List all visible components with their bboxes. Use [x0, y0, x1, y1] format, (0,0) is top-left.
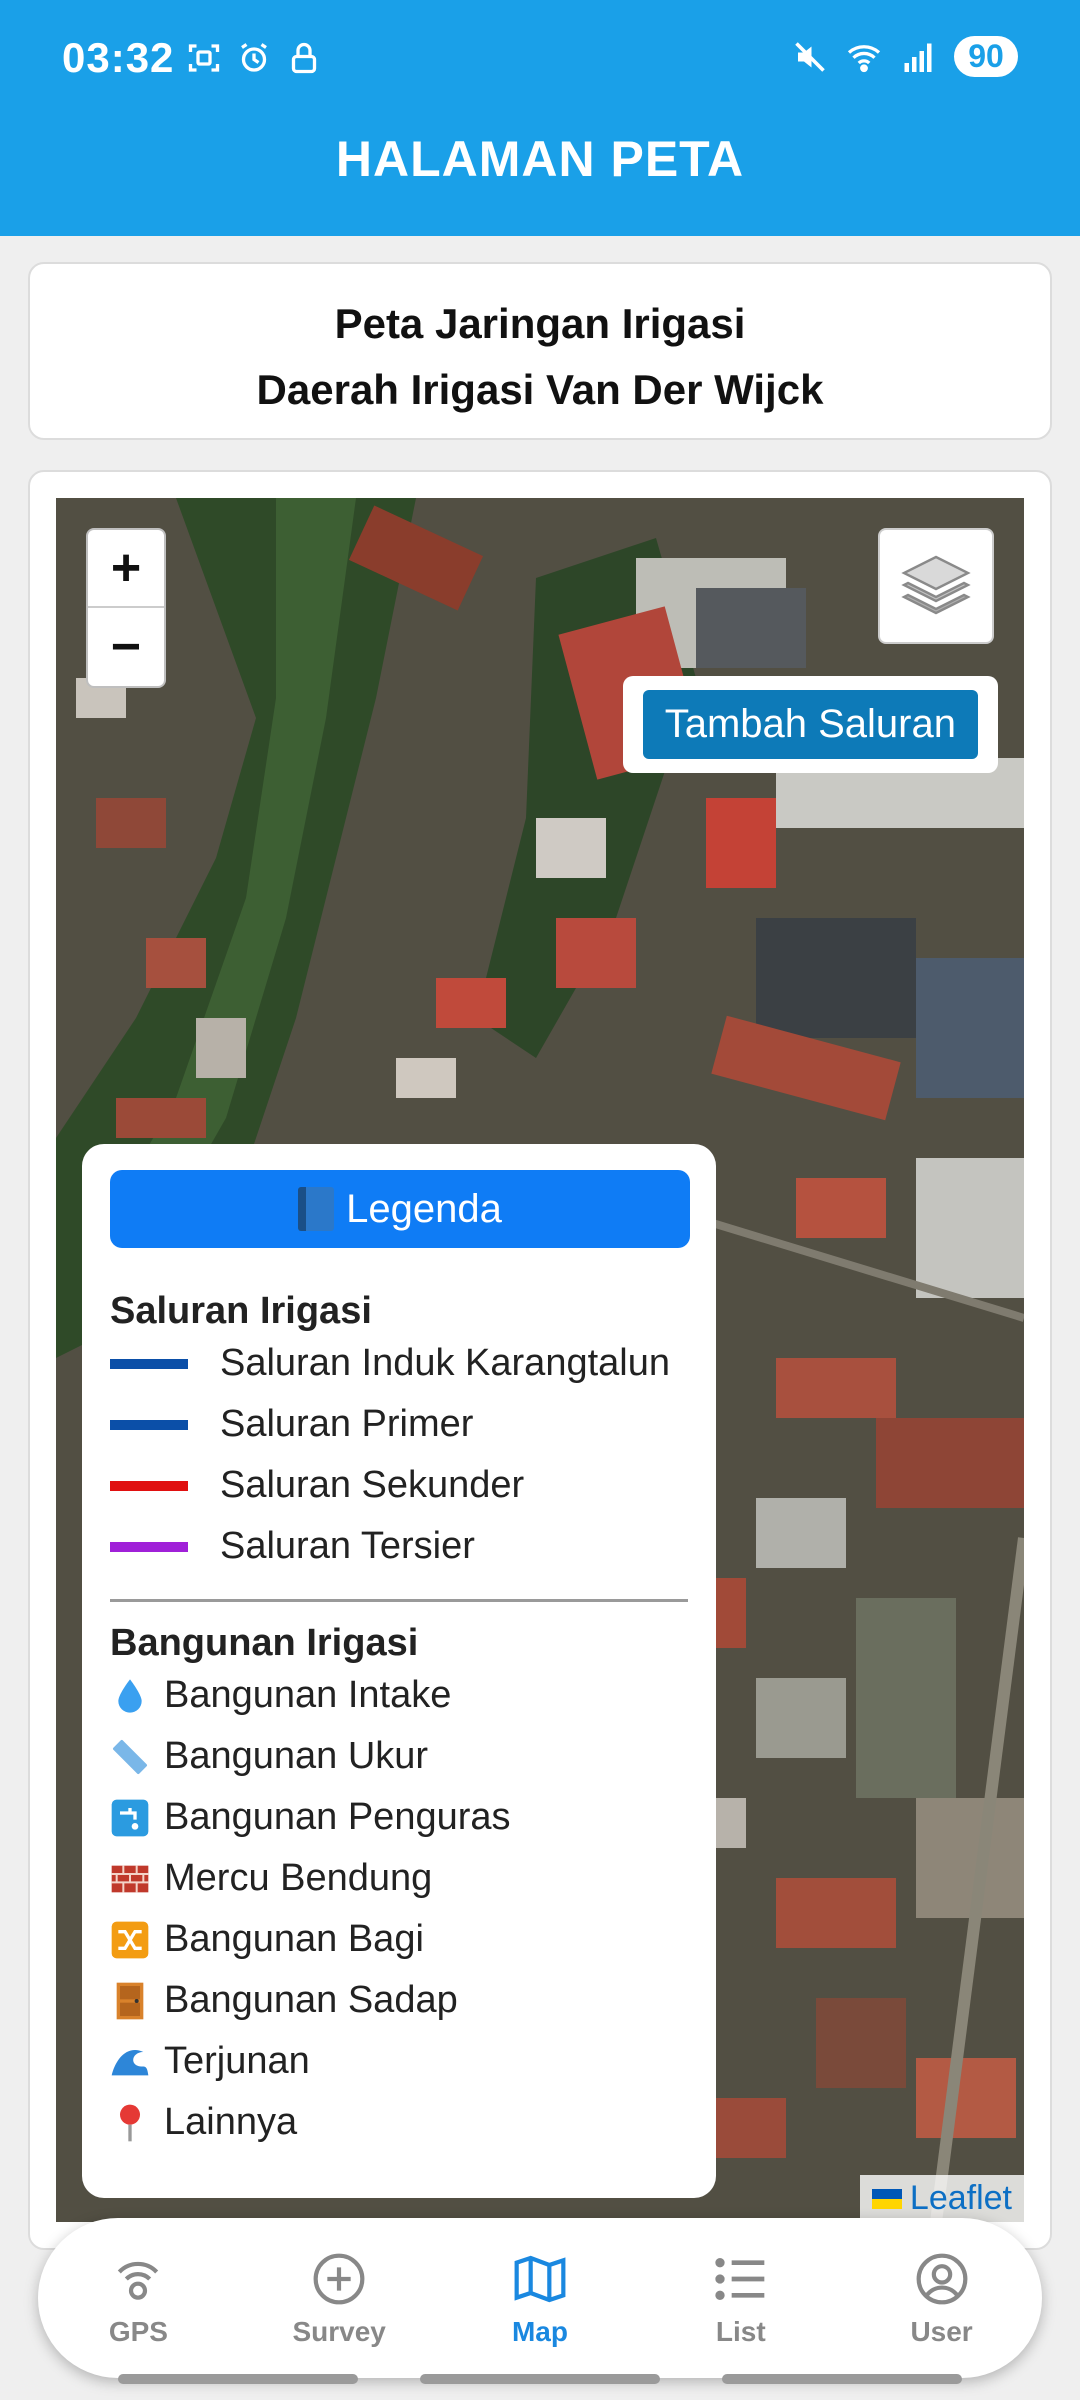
- line-swatch: [110, 1541, 188, 1552]
- gesture-bar-right: [722, 2374, 962, 2384]
- zoom-out-button[interactable]: −: [88, 608, 164, 686]
- legend-item: Terjunan: [110, 2031, 688, 2092]
- pin-icon: [120, 2104, 140, 2141]
- attribution-link[interactable]: Leaflet: [910, 2179, 1012, 2218]
- legend-item: Saluran Induk Karangtalun: [110, 1333, 688, 1394]
- gps-icon: [118, 2261, 159, 2300]
- status-time: 03:32: [62, 34, 175, 81]
- map-view[interactable]: + − Tambah Saluran Legenda Saluran Iriga…: [56, 498, 1024, 2222]
- nav-user-label: User: [910, 2316, 973, 2347]
- legend-item-label: Saluran Induk Karangtalun: [220, 1342, 670, 1384]
- legend-item: Bangunan Penguras: [110, 1787, 688, 1848]
- nav-list-label: List: [715, 2316, 766, 2347]
- page-title: HALAMAN PETA: [335, 131, 745, 187]
- wave-icon: [111, 2049, 149, 2075]
- legend-item: Bangunan Ukur: [110, 1726, 688, 1787]
- channels-heading: Saluran Irigasi: [110, 1290, 372, 1332]
- status-icons-right: 90: [792, 36, 1018, 77]
- map-title-card: Peta Jaringan Irigasi Daerah Irigasi Van…: [28, 262, 1052, 440]
- legend-item-label: Bangunan Sadap: [164, 1979, 458, 2021]
- nav-survey-label: Survey: [292, 2316, 386, 2347]
- screenshot-icon: [188, 44, 220, 72]
- legend-item: Bangunan Sadap: [110, 1970, 688, 2031]
- buildings-heading: Bangunan Irigasi: [110, 1622, 419, 1664]
- faucet-icon: [111, 1799, 149, 1836]
- lock-icon: [291, 42, 317, 74]
- mute-icon: [795, 41, 825, 72]
- map-title-line2: Daerah Irigasi Van Der Wijck: [256, 366, 824, 413]
- nav-list[interactable]: List: [651, 2248, 831, 2348]
- nav-map-label: Map: [511, 2316, 568, 2347]
- signal-icon: [904, 43, 932, 72]
- ruler-icon: [113, 1739, 147, 1774]
- nav-user[interactable]: User: [852, 2248, 1032, 2348]
- legend-item-label: Bangunan Ukur: [164, 1735, 429, 1777]
- add-channel-button[interactable]: Tambah Saluran: [642, 690, 978, 759]
- legend-item-label: Lainnya: [164, 2101, 298, 2143]
- droplet-icon: [118, 1678, 142, 1713]
- legend-item-label: Bangunan Penguras: [164, 1796, 511, 1838]
- legend-item: Saluran Sekunder: [110, 1455, 688, 1516]
- status-icons-left: [186, 40, 322, 76]
- wifi-icon: [847, 44, 881, 72]
- shuffle-icon: [111, 1921, 149, 1958]
- plus-circle-icon: [313, 2253, 365, 2305]
- add-channel-control: Tambah Saluran: [622, 676, 998, 773]
- line-swatch: [110, 1419, 188, 1430]
- bottom-nav: GPS Survey Map List User: [38, 2218, 1042, 2378]
- nav-gps[interactable]: GPS: [48, 2248, 228, 2348]
- legend-item-label: Saluran Primer: [220, 1403, 474, 1445]
- alarm-icon: [241, 43, 267, 72]
- legend-item: Mercu Bendung: [110, 1848, 688, 1909]
- legend-item-label: Bangunan Bagi: [164, 1918, 424, 1960]
- legend-item: Bangunan Bagi: [110, 1909, 688, 1970]
- layers-button[interactable]: [878, 528, 994, 644]
- legend-item-label: Terjunan: [164, 2040, 310, 2082]
- map-attribution[interactable]: Leaflet: [859, 2175, 1024, 2222]
- map-icon: [514, 2255, 566, 2303]
- legend-toggle-label: Legenda: [346, 1186, 502, 1231]
- legend-item: Bangunan Intake: [110, 1665, 688, 1726]
- layers-icon: [901, 555, 971, 615]
- zoom-control: + −: [86, 528, 166, 688]
- book-icon: [298, 1187, 335, 1231]
- legend-divider: [110, 1599, 688, 1602]
- app-header: 03:32 90 HALAMAN PETA: [0, 0, 1080, 236]
- nav-map[interactable]: Map: [450, 2248, 630, 2348]
- map-title-line1: Peta Jaringan Irigasi: [334, 300, 746, 347]
- battery-indicator: 90: [954, 36, 1018, 77]
- nav-gps-label: GPS: [108, 2316, 168, 2347]
- zoom-in-button[interactable]: +: [88, 530, 164, 608]
- legend-item: Saluran Primer: [110, 1394, 688, 1455]
- legend-panel: Legenda Saluran Irigasi Saluran Induk Ka…: [82, 1144, 716, 2198]
- legend-toggle-button[interactable]: Legenda: [110, 1170, 690, 1248]
- line-swatch: [110, 1480, 188, 1491]
- door-icon: [116, 1982, 144, 2019]
- list-icon: [715, 2258, 765, 2300]
- legend-item-label: Saluran Sekunder: [220, 1464, 525, 1506]
- line-swatch: [110, 1358, 188, 1369]
- legend-item-label: Saluran Tersier: [220, 1525, 475, 1567]
- legend-item: Saluran Tersier: [110, 1516, 688, 1577]
- legend-item: Lainnya: [110, 2092, 688, 2153]
- gesture-bar-left: [118, 2374, 358, 2384]
- user-icon: [916, 2253, 968, 2305]
- nav-survey[interactable]: Survey: [249, 2248, 429, 2348]
- legend-item-label: Mercu Bendung: [164, 1857, 433, 1899]
- legend-item-label: Bangunan Intake: [164, 1674, 452, 1716]
- gesture-bar-center: [420, 2374, 660, 2384]
- brick-icon: [111, 1865, 149, 1892]
- status-bar: 03:32 90: [0, 0, 1080, 120]
- flag-icon: [871, 2188, 902, 2209]
